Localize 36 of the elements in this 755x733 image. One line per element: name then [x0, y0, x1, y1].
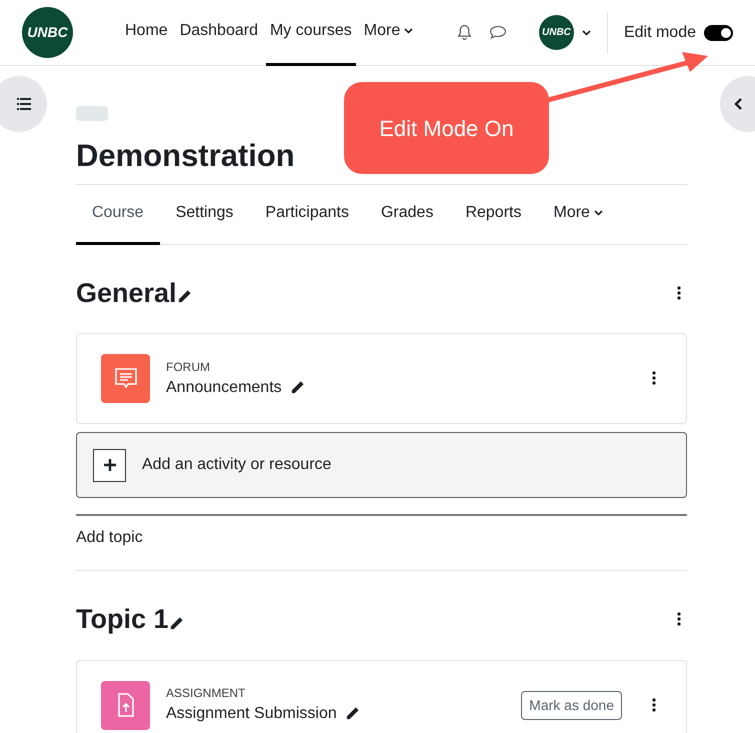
assignment-icon — [101, 680, 150, 730]
course-tab[interactable]: More — [537, 184, 619, 244]
activity-type: FORUM — [166, 358, 211, 376]
edit-mode-label: Edit mode — [624, 22, 696, 42]
activity-type: ASSIGNMENT — [166, 685, 246, 702]
course-tab[interactable]: Settings — [160, 184, 250, 244]
course-tab[interactable]: Participants — [249, 184, 365, 244]
notification-bell-icon[interactable] — [456, 24, 473, 41]
activity-link[interactable]: Announcements — [166, 376, 282, 400]
activity-link[interactable]: Assignment Submission — [166, 702, 337, 726]
forum-icon — [101, 354, 150, 403]
chat-bubble-icon[interactable] — [488, 25, 507, 40]
chevron-left-icon — [734, 97, 743, 111]
edit-mode-toggle[interactable] — [704, 24, 733, 40]
course-title: Demonstration — [76, 137, 296, 175]
section-title: General — [76, 276, 177, 310]
logo[interactable]: UNBC — [22, 7, 73, 58]
caret-icon — [582, 30, 591, 36]
nav-link[interactable]: Home — [121, 0, 172, 66]
plus-icon — [93, 448, 126, 482]
nav-link[interactable]: My courses — [266, 0, 356, 66]
course-tab[interactable]: Grades — [364, 184, 450, 244]
user-menu[interactable]: UNBC — [538, 15, 591, 50]
nav-link[interactable]: More — [360, 0, 418, 66]
list-icon — [17, 98, 31, 110]
user-avatar: UNBC — [538, 15, 574, 50]
course-tab[interactable]: Course — [76, 184, 160, 244]
add-activity-button[interactable]: Add an activity or resource — [76, 432, 687, 498]
add-topic-link[interactable]: Add topic — [76, 529, 143, 546]
section-title: Topic 1 — [76, 603, 169, 636]
nav-link[interactable]: Dashboard — [176, 0, 262, 66]
annotation-callout: Edit Mode On — [344, 82, 549, 174]
course-index-button[interactable] — [0, 76, 47, 132]
mark-as-done-button[interactable]: Mark as done — [521, 690, 622, 720]
breadcrumb-placeholder — [76, 106, 108, 121]
course-tab[interactable]: Reports — [449, 184, 538, 244]
